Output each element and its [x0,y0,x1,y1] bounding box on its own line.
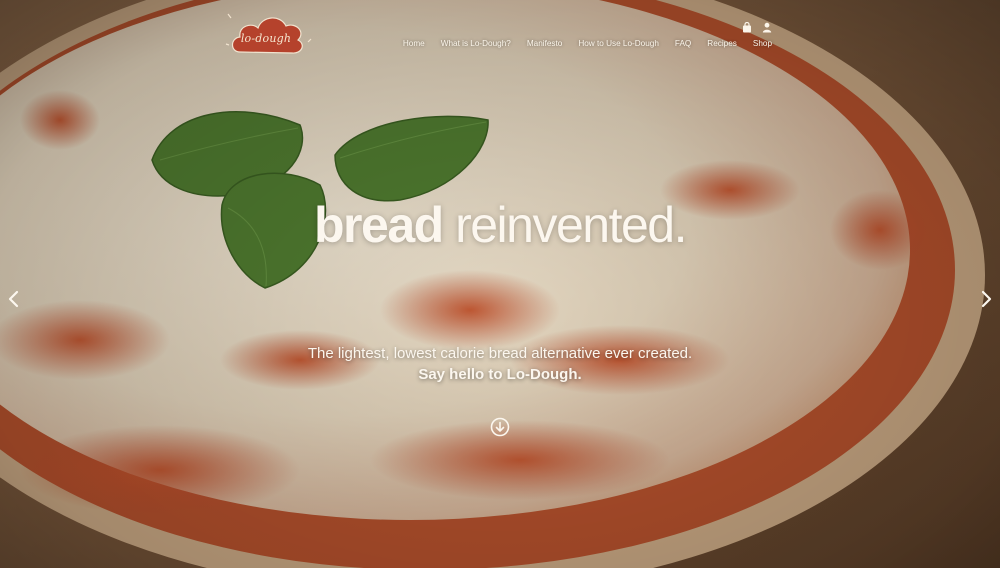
nav-recipes[interactable]: Recipes [707,39,737,48]
lo-dough-logo[interactable]: lo-dough [222,8,314,60]
nav-shop[interactable]: Shop [753,39,772,48]
nav-faq[interactable]: FAQ [675,39,691,48]
tagline-line-1: The lightest, lowest calorie bread alter… [307,345,693,362]
nav-manifesto[interactable]: Manifesto [527,39,563,48]
shopping-bag-icon[interactable] [742,20,752,33]
chevron-left-icon[interactable] [6,289,22,309]
tagline-line-2: Say hello to Lo-Dough. [418,366,582,383]
main-nav: Home What is Lo-Dough? Manifesto How to … [403,39,772,48]
user-icon[interactable] [762,20,772,33]
nav-home[interactable]: Home [403,39,425,48]
headline-light: reinvented. [442,197,687,253]
hero-section: lo-dough Home What is Lo-Dough? Manifest… [0,0,1000,568]
headline-bold: bread [314,197,444,253]
logo-text: lo-dough [240,32,292,45]
arrow-down-circle-icon[interactable] [490,417,510,437]
chevron-right-icon[interactable] [978,289,994,309]
hero-tagline: The lightest, lowest calorie bread alter… [0,343,1000,385]
hero-overlay [0,0,1000,568]
nav-what-is-lo-dough[interactable]: What is Lo-Dough? [441,39,511,48]
header-icons [742,20,772,33]
hero-headline: bread reinvented. [0,196,1000,254]
nav-how-to-use[interactable]: How to Use Lo-Dough [578,39,659,48]
